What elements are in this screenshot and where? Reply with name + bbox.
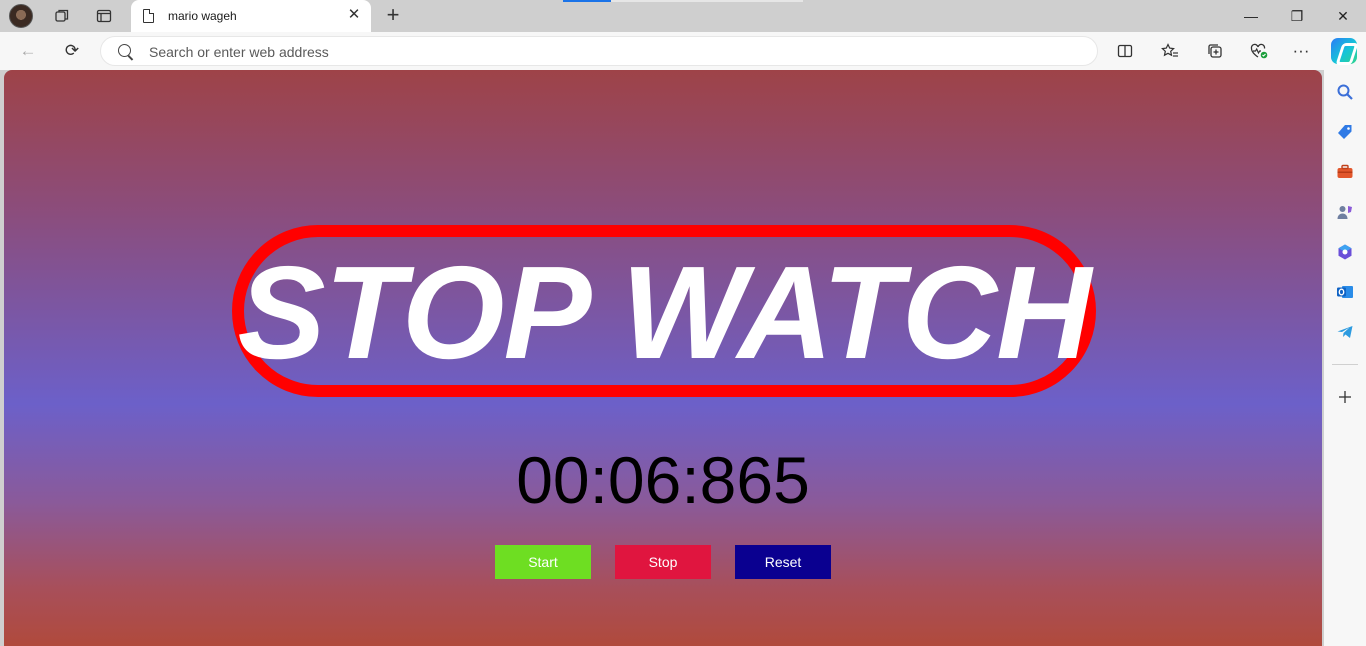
reset-button[interactable]: Reset <box>735 545 831 579</box>
page-viewport: STOP WATCH 00:06:865 Start Stop Reset <box>4 70 1322 646</box>
sidebar-search-icon[interactable] <box>1334 81 1356 103</box>
refresh-button[interactable]: ⟳ <box>57 37 87 65</box>
tab-actions-icon[interactable] <box>90 4 118 28</box>
more-menu-icon[interactable]: ··· <box>1286 37 1316 65</box>
restore-button[interactable]: ❐ <box>1274 0 1320 32</box>
browser-essentials-icon[interactable] <box>1244 37 1274 65</box>
page-icon <box>143 9 154 23</box>
close-window-button[interactable]: ✕ <box>1320 0 1366 32</box>
start-button[interactable]: Start <box>495 545 591 579</box>
new-tab-button[interactable]: + <box>381 4 405 28</box>
minimize-button[interactable]: — <box>1228 0 1274 32</box>
telegram-icon[interactable] <box>1334 321 1356 343</box>
loading-indicator <box>563 0 803 2</box>
stop-button[interactable]: Stop <box>615 545 711 579</box>
active-tab[interactable]: mario wageh ✕ <box>131 0 371 32</box>
workspaces-icon[interactable] <box>48 4 76 28</box>
split-screen-icon[interactable] <box>1110 37 1140 65</box>
outlook-icon[interactable] <box>1334 281 1356 303</box>
tools-icon[interactable] <box>1334 161 1356 183</box>
back-button[interactable]: ← <box>13 37 43 65</box>
stopwatch-display: 00:06:865 <box>516 443 810 517</box>
shopping-tag-icon[interactable] <box>1334 121 1356 143</box>
tab-title: mario wageh <box>168 9 237 23</box>
address-bar[interactable] <box>100 36 1098 66</box>
tab-strip: mario wageh ✕ + — ❐ ✕ <box>0 0 1366 32</box>
sidebar-divider <box>1332 364 1358 365</box>
profile-avatar[interactable] <box>9 4 33 28</box>
address-input[interactable] <box>149 42 1049 62</box>
search-icon <box>118 44 131 57</box>
collections-icon[interactable] <box>1200 37 1230 65</box>
games-icon[interactable] <box>1334 201 1356 223</box>
edge-sidebar <box>1324 70 1366 646</box>
copilot-icon[interactable] <box>1331 38 1357 64</box>
page-heading: STOP WATCH <box>237 239 1092 386</box>
browser-toolbar: ← ⟳ ··· <box>0 32 1366 70</box>
add-sidebar-app-icon[interactable] <box>1334 386 1356 408</box>
favorites-icon[interactable] <box>1155 37 1185 65</box>
close-tab-icon[interactable]: ✕ <box>345 6 363 24</box>
microsoft365-icon[interactable] <box>1334 241 1356 263</box>
